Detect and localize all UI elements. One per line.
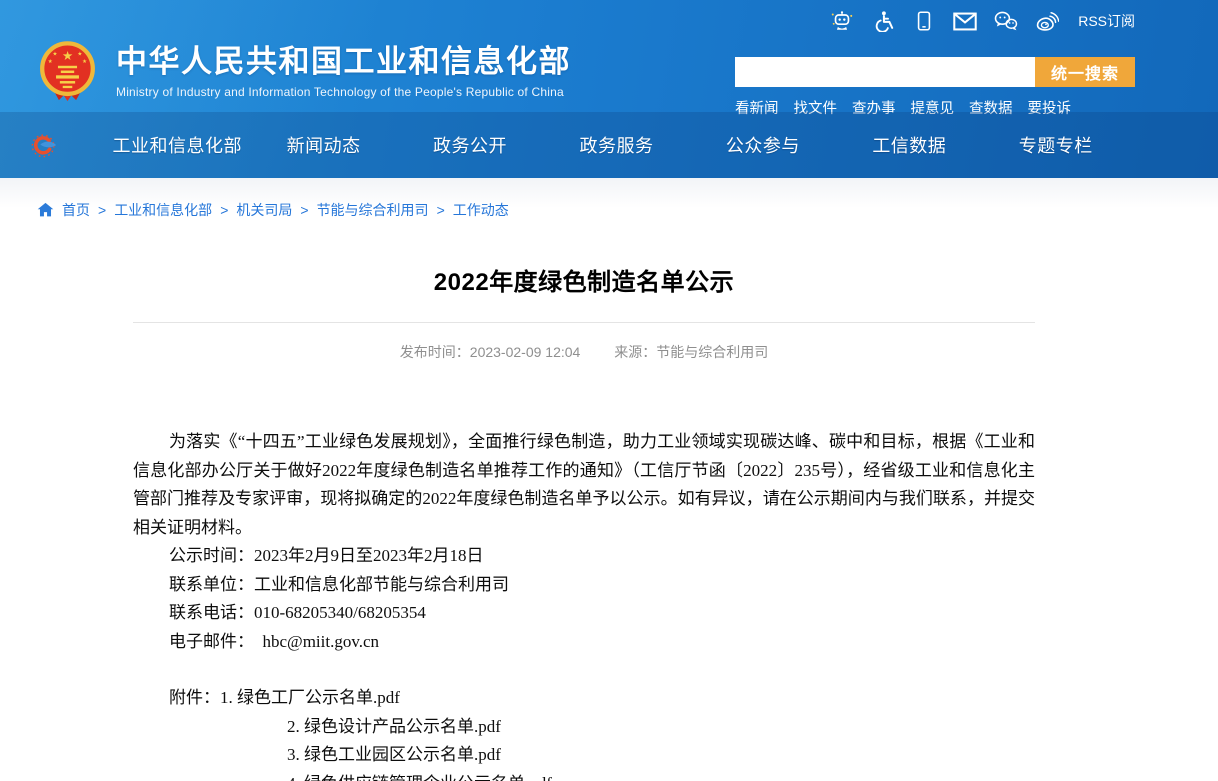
breadcrumb-item: 工业和信息化部 > — [114, 200, 228, 220]
breadcrumb-link[interactable]: 工业和信息化部 — [114, 200, 212, 220]
mobile-icon[interactable] — [912, 9, 936, 33]
breadcrumb-separator: > — [300, 202, 308, 218]
article-meta: 发布时间：2023-02-09 12:04 来源：节能与综合利用司 — [133, 342, 1035, 362]
contact-info-line: 联系电话：010-68205340/68205354 — [133, 599, 1035, 628]
attachment-link[interactable]: 3. 绿色工业园区公示名单.pdf — [287, 745, 501, 764]
nav-item[interactable]: 政务公开 — [397, 132, 543, 158]
breadcrumb-item: 节能与综合利用司 > — [317, 200, 445, 220]
miit-spiral-logo-icon[interactable] — [30, 131, 58, 159]
search-area: 统一搜索 看新闻找文件查办事提意见查数据要投诉 — [735, 57, 1135, 118]
attachment-link[interactable]: 4. 绿色供应链管理企业公示名单.pdf — [287, 774, 552, 781]
home-icon[interactable] — [37, 202, 54, 218]
svg-text:★: ★ — [48, 58, 53, 65]
attachment-row: 1. 绿色工厂公示名单.pdf — [220, 684, 552, 713]
breadcrumb-link[interactable]: 节能与综合利用司 — [317, 200, 429, 220]
search-input[interactable] — [735, 57, 1035, 87]
nav-item[interactable]: 工业和信息化部 — [104, 132, 250, 158]
main-nav: 工业和信息化部新闻动态政务公开政务服务公众参与工信数据专题专栏 — [0, 112, 1218, 178]
site-header: RSS订阅 ★ ★ ★ ★ ★ 中华人民共和国工业和信息化部 Ministry … — [0, 0, 1218, 178]
topbar-utilities: RSS订阅 — [830, 9, 1135, 33]
wechat-icon[interactable] — [994, 9, 1018, 33]
accessibility-icon[interactable] — [871, 9, 895, 33]
breadcrumb-link[interactable]: 工作动态 — [453, 200, 509, 220]
main-content: 首页 > 工业和信息化部 > 机关司局 > 节能与综合利用司 > 工作动态 > … — [0, 178, 1218, 781]
weibo-icon[interactable] — [1035, 9, 1059, 33]
breadcrumb-link[interactable]: 机关司局 — [236, 200, 292, 220]
svg-text:★: ★ — [62, 49, 73, 63]
breadcrumb-separator: > — [220, 202, 228, 218]
attachment-link[interactable]: 1. 绿色工厂公示名单.pdf — [220, 688, 400, 707]
attachment-row: 3. 绿色工业园区公示名单.pdf — [287, 741, 552, 770]
nav-item[interactable]: 工信数据 — [836, 132, 982, 158]
unified-search-button[interactable]: 统一搜索 — [1035, 57, 1135, 87]
breadcrumb-separator: > — [98, 202, 106, 218]
site-brand[interactable]: ★ ★ ★ ★ ★ 中华人民共和国工业和信息化部 Ministry of Ind… — [36, 40, 571, 103]
title-divider — [133, 322, 1035, 323]
breadcrumb-item: 首页 > — [62, 200, 106, 220]
ai-assistant-icon[interactable] — [830, 9, 854, 33]
attachment-row: 2. 绿色设计产品公示名单.pdf — [287, 713, 552, 742]
mail-icon[interactable] — [953, 9, 977, 33]
attachment-link[interactable]: 2. 绿色设计产品公示名单.pdf — [287, 717, 501, 736]
nav-item[interactable]: 新闻动态 — [250, 132, 396, 158]
svg-text:★: ★ — [82, 58, 87, 65]
svg-text:★: ★ — [77, 50, 82, 57]
breadcrumb-separator: > — [437, 202, 445, 218]
article-body: 为落实《“十四五”工业绿色发展规划》，全面推行绿色制造，助力工业领域实现碳达峰、… — [133, 428, 1035, 781]
contact-info-line: 电子邮件： hbc@miit.gov.cn — [133, 628, 1035, 657]
breadcrumb-item: 工作动态 > — [453, 200, 509, 220]
site-title: 中华人民共和国工业和信息化部 — [116, 44, 571, 80]
contact-info-line: 联系单位：工业和信息化部节能与综合利用司 — [133, 571, 1035, 600]
article-source: 来源：节能与综合利用司 — [614, 344, 768, 360]
breadcrumb-link[interactable]: 首页 — [62, 200, 90, 220]
attachments-block: 附件： 1. 绿色工厂公示名单.pdf 2. 绿色设计产品公示名单.pdf 3. 绿… — [133, 684, 1035, 781]
nav-item[interactable]: 公众参与 — [690, 132, 836, 158]
rss-subscribe-link[interactable]: RSS订阅 — [1078, 11, 1135, 31]
publish-time: 发布时间：2023-02-09 12:04 — [400, 344, 581, 360]
national-emblem-icon: ★ ★ ★ ★ ★ — [36, 40, 99, 103]
contact-info-line: 公示时间：2023年2月9日至2023年2月18日 — [133, 542, 1035, 571]
svg-text:★: ★ — [53, 50, 58, 57]
article: 2022年度绿色制造名单公示 发布时间：2023-02-09 12:04 来源：… — [133, 262, 1035, 781]
nav-item[interactable]: 政务服务 — [543, 132, 689, 158]
breadcrumb: 首页 > 工业和信息化部 > 机关司局 > 节能与综合利用司 > 工作动态 > — [0, 178, 1218, 220]
nav-item[interactable]: 专题专栏 — [983, 132, 1129, 158]
attachment-row: 4. 绿色供应链管理企业公示名单.pdf — [287, 770, 552, 781]
breadcrumb-item: 机关司局 > — [236, 200, 308, 220]
attachments-label: 附件： — [169, 684, 220, 713]
article-paragraph: 为落实《“十四五”工业绿色发展规划》，全面推行绿色制造，助力工业领域实现碳达峰、… — [133, 428, 1035, 542]
article-title: 2022年度绿色制造名单公示 — [133, 262, 1035, 297]
site-subtitle: Ministry of Industry and Information Tec… — [116, 85, 571, 99]
